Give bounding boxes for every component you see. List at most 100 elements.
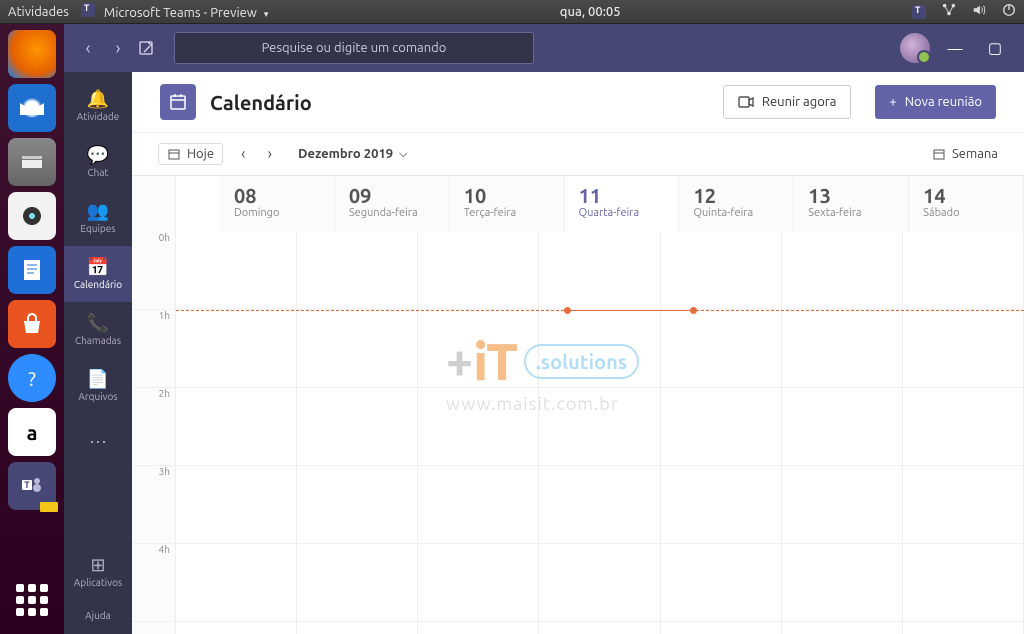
clock[interactable]: qua, 00:05 (268, 5, 912, 19)
today-label: Hoje (187, 147, 214, 161)
day-column[interactable] (903, 232, 1024, 634)
day-name: Segunda-feira (349, 207, 435, 219)
hour-label: 1h (132, 310, 176, 388)
view-label: Semana (952, 147, 998, 161)
rail-files[interactable]: 📄 Arquivos (64, 358, 132, 414)
month-picker[interactable]: Dezembro 2019 ⌵ (298, 147, 407, 161)
ubuntu-launcher: ? a T (0, 24, 64, 634)
prev-week-button[interactable]: ‹ (237, 145, 250, 163)
rail-calendar[interactable]: 📅 Calendário (64, 246, 132, 302)
hour-label: 2h (132, 388, 176, 466)
day-number: 10 (464, 184, 550, 207)
day-number: 09 (349, 184, 435, 207)
day-number: 14 (923, 184, 1009, 207)
chevron-down-icon: ⌵ (399, 148, 407, 161)
rail-label: Ajuda (85, 610, 111, 621)
people-icon: 👥 (87, 202, 109, 220)
meet-now-button[interactable]: Reunir agora (723, 85, 852, 119)
teams-tray-icon[interactable] (912, 5, 926, 19)
day-number: 08 (234, 184, 320, 207)
teams-titlebar: ‹ › Pesquise ou digite um comando — ▢ (64, 24, 1024, 72)
rail-label: Calendário (74, 279, 122, 290)
day-header[interactable]: 12Quinta-feira (679, 176, 794, 232)
day-column[interactable] (782, 232, 903, 634)
search-input[interactable]: Pesquise ou digite um comando (174, 32, 534, 64)
launcher-software[interactable] (8, 300, 56, 348)
next-week-button[interactable]: › (264, 145, 277, 163)
now-dot-right (690, 307, 697, 314)
phone-icon: 📞 (87, 314, 109, 332)
launcher-rhythmbox[interactable] (8, 192, 56, 240)
power-icon[interactable] (1002, 3, 1016, 20)
launcher-teams[interactable]: T (8, 462, 56, 510)
rail-label: Aplicativos (74, 577, 123, 588)
rail-more[interactable]: ⋯ (64, 414, 132, 470)
rail-chat[interactable]: 💬 Chat (64, 134, 132, 190)
calendar-toolbar: Hoje ‹ › Dezembro 2019 ⌵ Semana (132, 132, 1024, 176)
page-title: Calendário (210, 91, 312, 114)
launcher-files[interactable] (8, 138, 56, 186)
view-picker[interactable]: Semana (932, 147, 998, 161)
activities-button[interactable]: Atividades (8, 5, 69, 19)
hour-label: 0h (132, 232, 176, 310)
volume-icon[interactable] (972, 3, 986, 20)
rail-label: Chamadas (75, 335, 121, 346)
app-menu-label: Microsoft Teams - Preview (104, 6, 257, 20)
day-header[interactable]: 10Terça-feira (450, 176, 565, 232)
rail-teams[interactable]: 👥 Equipes (64, 190, 132, 246)
file-icon: 📄 (87, 370, 109, 388)
calendar-main: Calendário Reunir agora + Nova reunião H… (132, 72, 1024, 634)
ubuntu-top-bar: Atividades Microsoft Teams - Preview ▾ q… (0, 0, 1024, 24)
launcher-writer[interactable] (8, 246, 56, 294)
nav-forward-button[interactable]: › (108, 38, 128, 58)
day-header[interactable]: 13Sexta-feira (794, 176, 909, 232)
search-placeholder: Pesquise ou digite um comando (262, 41, 447, 55)
bell-icon: 🔔 (87, 90, 109, 108)
day-column[interactable] (297, 232, 418, 634)
day-header[interactable]: 14Sábado (909, 176, 1024, 232)
rail-label: Equipes (80, 223, 115, 234)
teams-window: ‹ › Pesquise ou digite um comando — ▢ 🔔 … (64, 24, 1024, 634)
teams-menu-icon (81, 3, 95, 17)
maximize-button[interactable]: ▢ (980, 39, 1010, 57)
day-name: Terça-feira (464, 207, 550, 219)
minimize-button[interactable]: — (940, 40, 970, 57)
rail-activity[interactable]: 🔔 Atividade (64, 78, 132, 134)
chat-icon: 💬 (87, 146, 109, 164)
rail-label: Atividade (77, 111, 120, 122)
app-menu[interactable]: Microsoft Teams - Preview ▾ (81, 3, 268, 20)
day-name: Sábado (923, 207, 1009, 219)
more-icon: ⋯ (89, 433, 107, 451)
day-column[interactable] (539, 232, 660, 634)
day-column[interactable] (661, 232, 782, 634)
day-name: Domingo (234, 207, 320, 219)
compose-icon[interactable] (138, 40, 154, 56)
meet-now-label: Reunir agora (762, 95, 837, 109)
day-column[interactable] (176, 232, 297, 634)
today-button[interactable]: Hoje (158, 143, 223, 165)
network-icon[interactable] (942, 3, 956, 20)
rail-help[interactable]: Ajuda (64, 604, 132, 634)
launcher-firefox[interactable] (8, 30, 56, 78)
avatar[interactable] (900, 33, 930, 63)
day-header[interactable]: 09Segunda-feira (335, 176, 450, 232)
launcher-show-apps[interactable] (8, 576, 56, 624)
calendar-icon: 📅 (87, 258, 109, 276)
launcher-help[interactable]: ? (8, 354, 56, 402)
day-header[interactable]: 11Quarta-feira (565, 176, 680, 232)
day-header[interactable]: 08Domingo (220, 176, 335, 232)
day-name: Quarta-feira (579, 207, 665, 219)
calendar-grid: 08Domingo09Segunda-feira10Terça-feira11Q… (132, 176, 1024, 634)
rail-calls[interactable]: 📞 Chamadas (64, 302, 132, 358)
new-meeting-button[interactable]: + Nova reunião (875, 85, 996, 119)
launcher-thunderbird[interactable] (8, 84, 56, 132)
hour-label: 4h (132, 544, 176, 622)
calendar-badge-icon (160, 84, 196, 120)
day-column[interactable] (418, 232, 539, 634)
launcher-amazon[interactable]: a (8, 408, 56, 456)
month-label: Dezembro 2019 (298, 147, 393, 161)
rail-apps[interactable]: ⊞ Aplicativos (64, 548, 132, 604)
apps-icon: ⊞ (90, 556, 105, 574)
nav-back-button[interactable]: ‹ (78, 38, 98, 58)
plus-icon: + (889, 95, 896, 109)
